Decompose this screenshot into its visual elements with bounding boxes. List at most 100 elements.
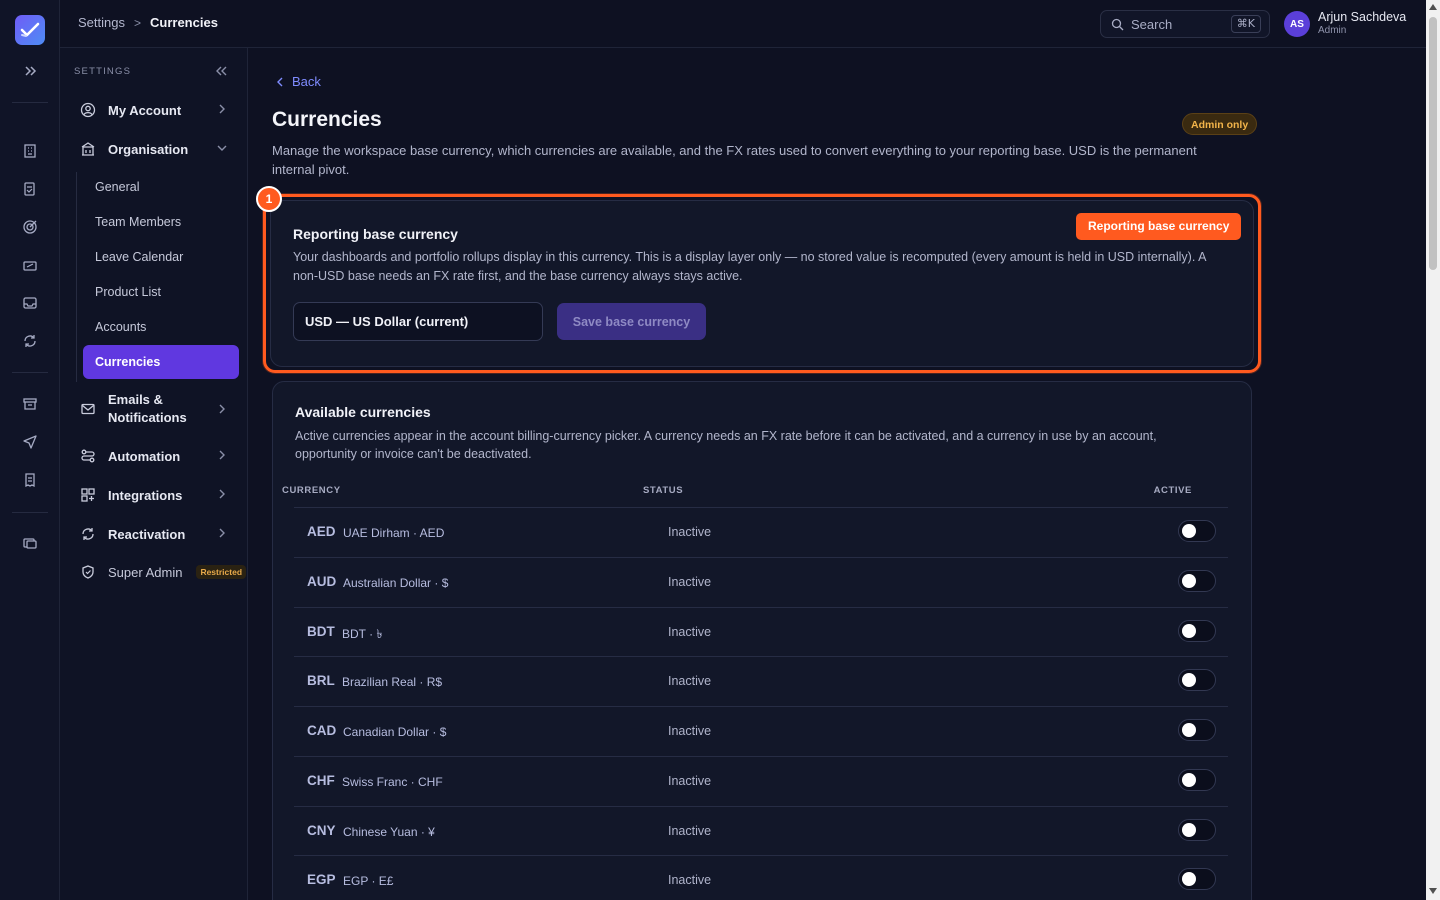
currency-status: Inactive [668, 625, 712, 639]
admin-only-badge: Admin only [1182, 113, 1258, 135]
grid-icon [80, 487, 96, 503]
save-base-currency-button[interactable]: Save base currency [557, 303, 706, 340]
rail-divider [12, 372, 48, 373]
sidebar-item-label-line: Notifications [108, 410, 187, 425]
sidebar-item-my-account[interactable]: My Account [80, 99, 240, 121]
toggle-knob [1182, 574, 1196, 588]
currency-name: UAE Dirham · AED [343, 526, 445, 540]
sidebar-item-label-line: Emails & [108, 392, 163, 407]
table-row: BRL Brazilian Real · R$ Inactive [294, 656, 1228, 706]
submenu-guide-line [76, 172, 77, 382]
currency-name: Australian Dollar · $ [343, 576, 449, 590]
active-toggle[interactable] [1178, 669, 1216, 691]
base-currency-value: USD — US Dollar (current) [305, 314, 469, 329]
sidebar-subitem-leave-calendar[interactable]: Leave Calendar [95, 250, 183, 264]
currency-name: Chinese Yuan · ¥ [343, 825, 435, 839]
sidebar-subitem-product-list[interactable]: Product List [95, 285, 161, 299]
sidebar-item-reactivation[interactable]: Reactivation [80, 523, 240, 545]
currency-code: EGP [307, 872, 336, 887]
avatar[interactable]: AS [1284, 11, 1310, 37]
breadcrumb-settings-link[interactable]: Settings [78, 15, 125, 30]
active-toggle[interactable] [1178, 769, 1216, 791]
chevron-right-icon [216, 449, 228, 461]
scroll-up-icon[interactable] [1429, 4, 1437, 10]
active-toggle[interactable] [1178, 819, 1216, 841]
sidebar-title: SETTINGS [74, 66, 132, 77]
currency-name: EGP · E£ [343, 874, 394, 888]
table-row: EGP EGP · E£ Inactive [294, 855, 1228, 900]
receipt-icon[interactable] [18, 468, 42, 492]
sidebar-item-label: Super Admin [108, 564, 183, 580]
sidebar-subitem-currencies[interactable]: Currencies [95, 355, 160, 369]
currency-status: Inactive [668, 873, 712, 887]
table-row: BDT BDT · ৳ Inactive [294, 607, 1228, 657]
table-row: AED UAE Dirham · AED Inactive [294, 507, 1228, 557]
sidebar-item-organisation[interactable]: Organisation [80, 138, 240, 160]
expand-rail-icon[interactable] [18, 59, 42, 83]
collapse-sidebar-icon[interactable] [214, 64, 228, 78]
active-toggle[interactable] [1178, 620, 1216, 642]
sidebar-item-label: My Account [108, 102, 182, 118]
breadcrumb: Settings > Currencies [78, 15, 218, 30]
card-title: Reporting base currency [293, 226, 458, 242]
currency-status: Inactive [668, 774, 712, 788]
table-row: CAD Canadian Dollar · $ Inactive [294, 706, 1228, 756]
currency-name: Canadian Dollar · $ [343, 725, 447, 739]
currency-status: Inactive [668, 824, 712, 838]
sidebar-item-label: Organisation [108, 141, 189, 157]
search-input[interactable]: Search ⌘K [1100, 10, 1270, 38]
app-logo-icon[interactable] [15, 15, 45, 45]
column-header-status: STATUS [643, 485, 684, 496]
document-check-icon[interactable] [18, 177, 42, 201]
toggle-knob [1182, 524, 1196, 538]
shield-icon [80, 564, 96, 580]
column-header-currency: CURRENCY [282, 485, 341, 496]
sidebar-subitem-team-members[interactable]: Team Members [95, 215, 181, 229]
target-icon[interactable] [18, 215, 42, 239]
base-currency-select[interactable]: USD — US Dollar (current) [293, 302, 543, 341]
sidebar-item-emails-notifications[interactable]: Emails & Notifications [80, 390, 240, 428]
page-scrollbar[interactable] [1426, 0, 1440, 900]
active-toggle[interactable] [1178, 520, 1216, 542]
cards-icon[interactable] [18, 531, 42, 555]
chevron-right-icon [216, 103, 228, 115]
user-circle-icon [80, 102, 96, 118]
search-shortcut: ⌘K [1230, 15, 1261, 33]
top-bar: Settings > Currencies Search ⌘K AS Arjun… [60, 0, 1426, 48]
sidebar-subitem-general[interactable]: General [95, 180, 139, 194]
building-icon[interactable] [18, 139, 42, 163]
archive-icon[interactable] [18, 392, 42, 416]
search-icon [1111, 18, 1124, 30]
icon-rail [0, 0, 60, 900]
active-toggle[interactable] [1178, 719, 1216, 741]
user-name[interactable]: Arjun Sachdeva [1318, 10, 1406, 24]
currency-code: AUD [307, 574, 337, 589]
sidebar-subitem-accounts[interactable]: Accounts [95, 320, 146, 334]
toggle-knob [1182, 773, 1196, 787]
active-toggle[interactable] [1178, 570, 1216, 592]
send-icon[interactable] [18, 430, 42, 454]
back-link[interactable]: Back [276, 74, 321, 89]
scroll-down-icon[interactable] [1429, 888, 1437, 894]
sidebar-item-automation[interactable]: Automation [80, 445, 240, 467]
table-row: CNY Chinese Yuan · ¥ Inactive [294, 806, 1228, 856]
currency-name: Brazilian Real · R$ [342, 675, 443, 689]
settings-sidebar: SETTINGS My Account Organisation General… [60, 48, 248, 900]
sync-icon[interactable] [18, 329, 42, 353]
rail-divider [12, 102, 48, 103]
active-toggle[interactable] [1178, 868, 1216, 890]
table-header: CURRENCY STATUS ACTIVE [282, 485, 1194, 507]
sidebar-item-integrations[interactable]: Integrations [80, 484, 240, 506]
main-content: Back Currencies Admin only Manage the wo… [248, 48, 1426, 900]
refresh-icon [80, 526, 96, 542]
sidebar-item-label: Integrations [108, 487, 183, 503]
scrollbar-thumb[interactable] [1429, 17, 1437, 270]
currency-name: BDT · ৳ [342, 627, 383, 641]
tickets-icon[interactable] [18, 254, 42, 278]
sidebar-item-super-admin[interactable]: Super Admin Restricted [80, 561, 248, 583]
inbox-icon[interactable] [18, 291, 42, 315]
page-description: Manage the workspace base currency, whic… [272, 143, 1197, 177]
currency-code: BDT [307, 624, 335, 639]
page-title: Currencies [272, 108, 382, 131]
chevron-down-icon [216, 142, 228, 154]
